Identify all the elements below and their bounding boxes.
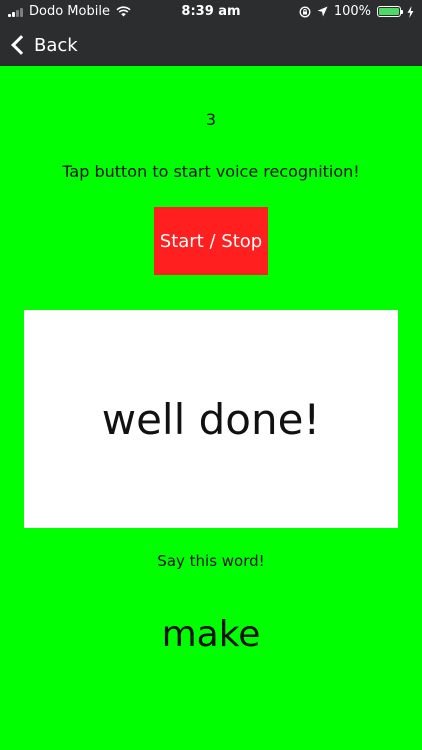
result-card: well done! xyxy=(24,310,398,528)
prompt-text: Say this word! xyxy=(157,552,265,570)
target-word: make xyxy=(161,614,261,655)
instruction-text: Tap button to start voice recognition! xyxy=(62,162,360,181)
charging-icon xyxy=(407,5,414,18)
back-label: Back xyxy=(34,34,78,56)
start-stop-button[interactable]: Start / Stop xyxy=(154,207,268,275)
chevron-left-icon xyxy=(11,35,31,55)
battery-percent: 100% xyxy=(333,4,371,19)
status-bar: Dodo Mobile 8:39 am 100% xyxy=(0,0,422,24)
result-text: well done! xyxy=(101,394,321,444)
location-icon xyxy=(317,6,328,17)
status-right: 100% xyxy=(299,4,414,19)
battery-nub xyxy=(401,10,403,14)
screen-lock-icon xyxy=(299,6,311,17)
battery-icon xyxy=(377,6,403,17)
attempt-counter: 3 xyxy=(205,110,217,129)
back-button[interactable]: Back xyxy=(10,30,78,60)
navigation-bar: Back xyxy=(0,24,422,66)
battery-fill xyxy=(379,8,399,15)
